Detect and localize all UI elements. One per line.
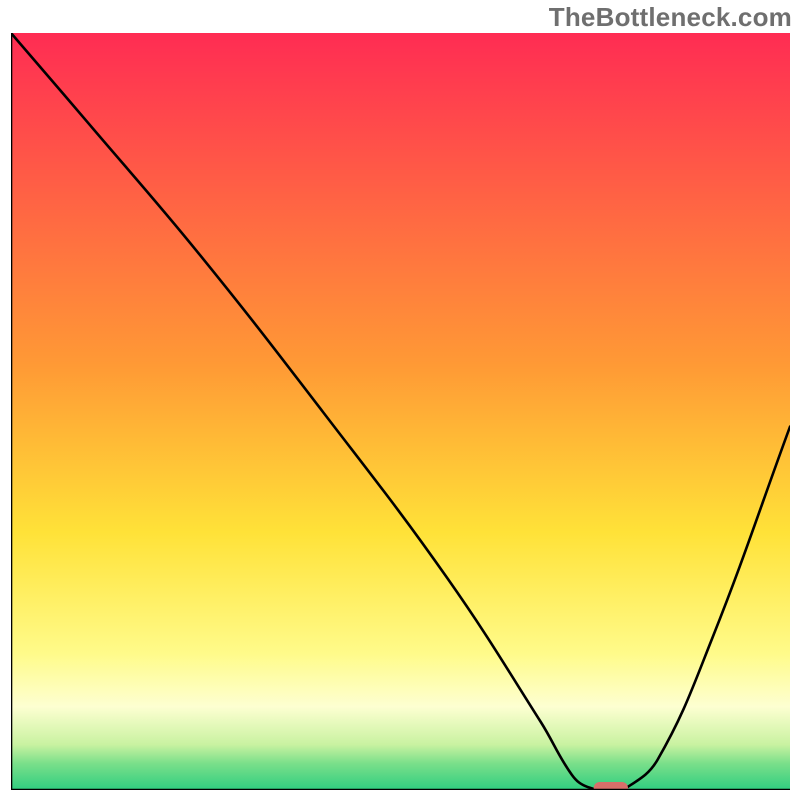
plot-svg — [11, 33, 790, 790]
gradient-background — [11, 33, 790, 790]
watermark-text: TheBottleneck.com — [549, 2, 792, 33]
plot-area — [11, 33, 790, 790]
chart-stage: TheBottleneck.com — [0, 0, 800, 800]
